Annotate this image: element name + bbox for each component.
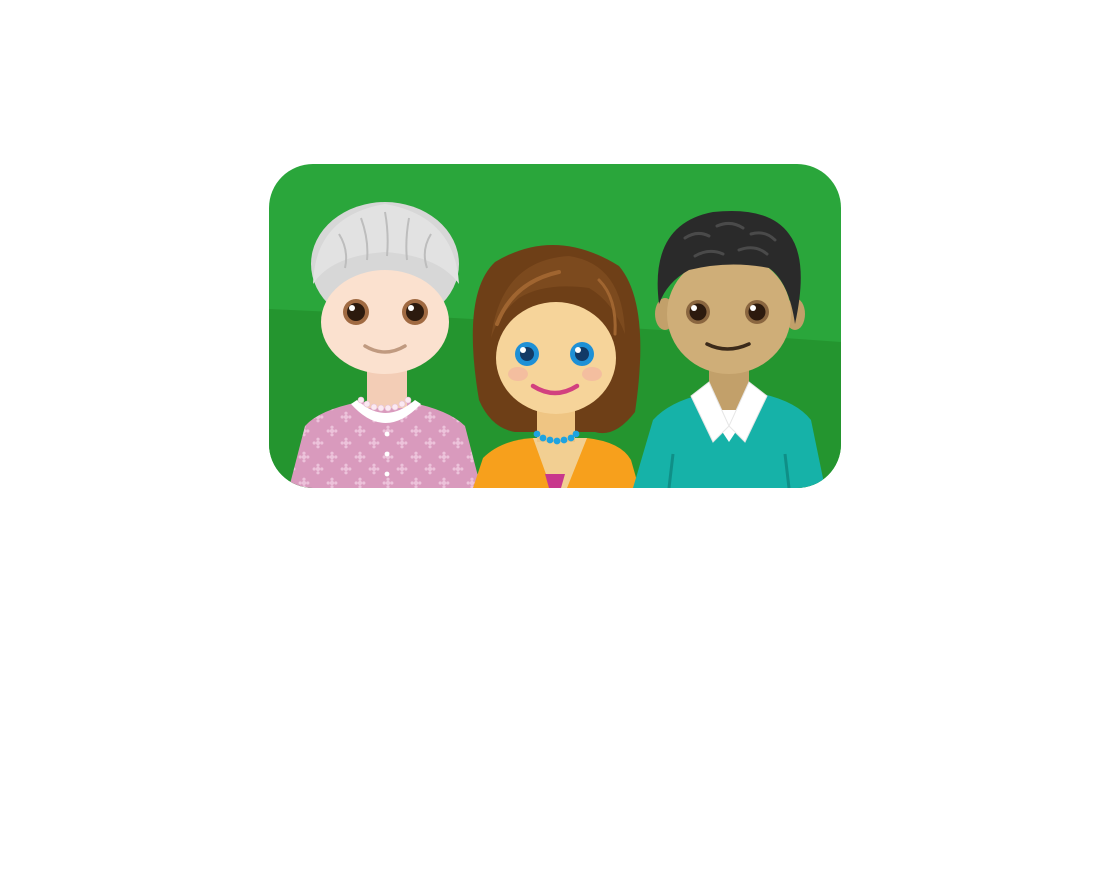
people-illustration (269, 164, 841, 488)
woman-figure (472, 244, 641, 488)
woman-face (496, 302, 616, 414)
man-face (667, 254, 791, 374)
page (0, 0, 1107, 876)
grandmother-face (321, 270, 449, 374)
illustration-canvas (269, 164, 841, 488)
